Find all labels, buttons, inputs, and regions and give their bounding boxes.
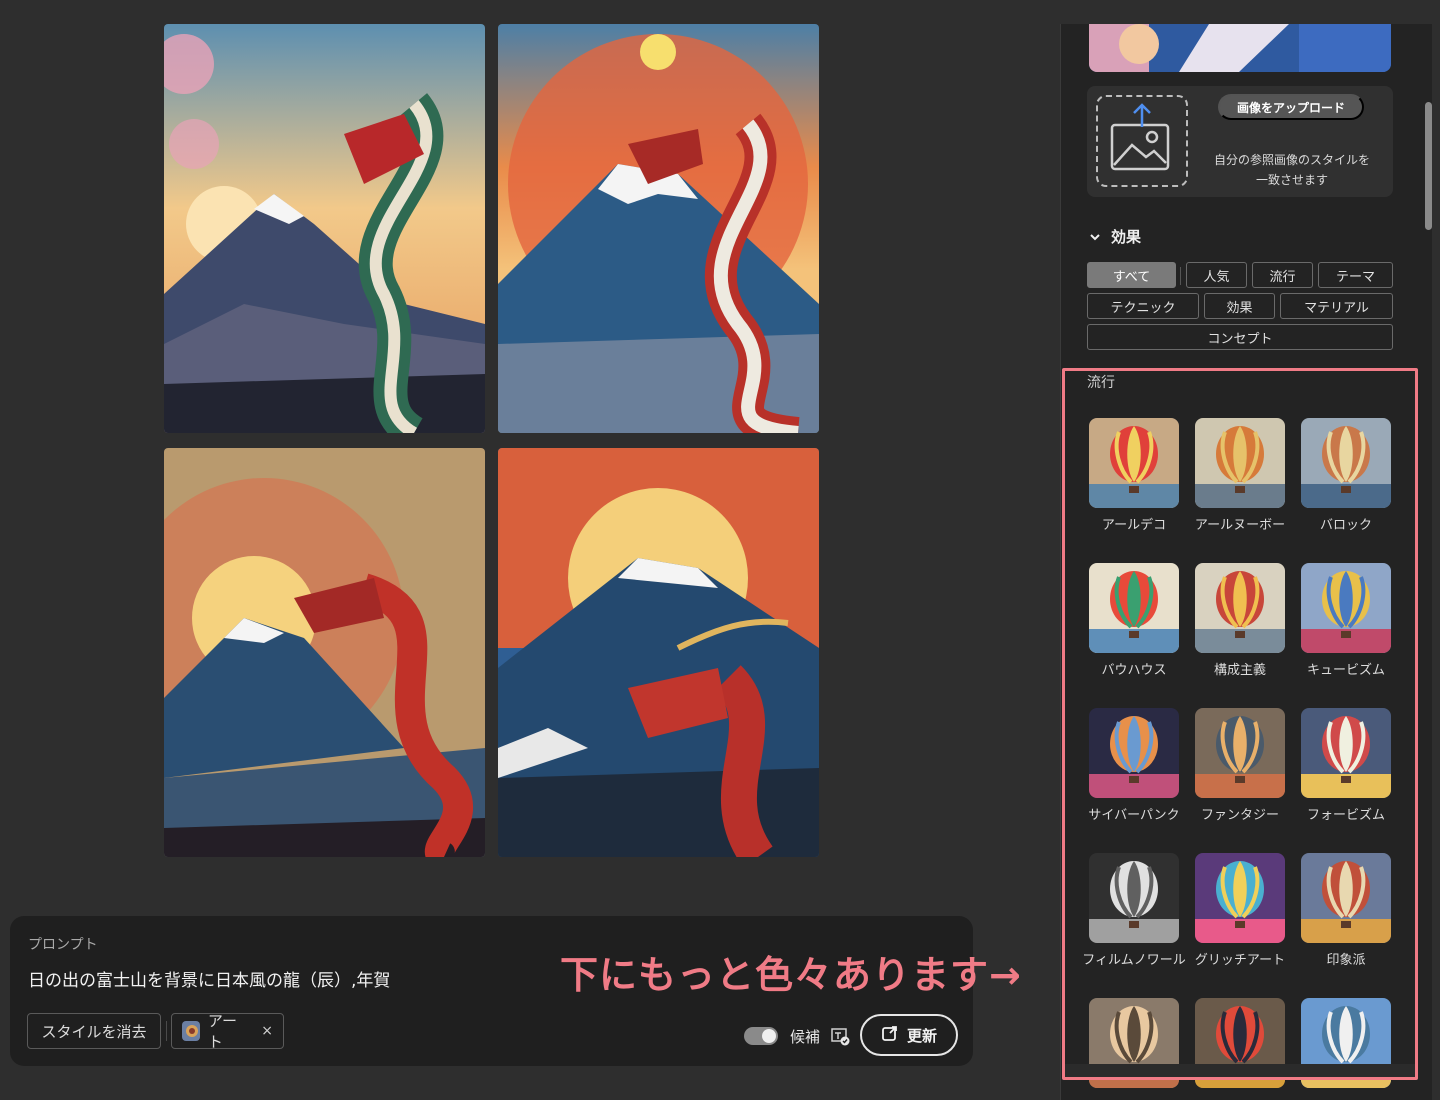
style-option-label: アールデコ [1101, 518, 1167, 533]
suggestion-settings-icon[interactable] [830, 1026, 850, 1046]
upload-description: 自分の参照画像のスタイルを 一致させます [1203, 150, 1381, 190]
effects-section-header[interactable]: 効果 [1089, 226, 1141, 247]
trending-section-title: 流行 [1087, 375, 1115, 391]
clear-style-button[interactable]: スタイルを消去 [27, 1013, 161, 1049]
sidebar-scrollbar[interactable] [1425, 102, 1432, 230]
reference-image-thumbnail[interactable] [1089, 24, 1391, 72]
balloon-thumbnail [1089, 563, 1179, 653]
balloon-thumbnail [1195, 418, 1285, 508]
style-option[interactable]: グリッチアート [1187, 853, 1293, 968]
filter-material[interactable]: マテリアル [1280, 293, 1393, 319]
annotation-text: 下にもっと色々あります→ [560, 953, 1022, 997]
style-option[interactable]: バロック [1293, 418, 1399, 533]
refresh-icon [881, 1024, 899, 1046]
balloon-thumbnail [1301, 853, 1391, 943]
generated-image-2[interactable] [498, 24, 819, 433]
prompt-input[interactable]: 日の出の富士山を背景に日本風の龍（辰）,年賀 [28, 966, 390, 991]
filter-theme[interactable]: テーマ [1318, 262, 1393, 288]
close-icon[interactable]: × [261, 1023, 273, 1039]
sidebar-bottom-edge [1062, 1064, 1418, 1080]
style-option[interactable]: バウハウス [1081, 563, 1187, 678]
style-option-label: ファンタジー [1200, 808, 1279, 823]
style-chip-thumbnail [182, 1021, 200, 1041]
filter-popular[interactable]: 人気 [1186, 262, 1247, 288]
upload-image-button[interactable]: 画像をアップロード [1218, 94, 1364, 120]
style-option[interactable]: 印象派 [1293, 853, 1399, 968]
generated-image-4[interactable] [498, 448, 819, 857]
prompt-label: プロンプト [28, 937, 98, 953]
balloon-thumbnail [1301, 418, 1391, 508]
filter-technique[interactable]: テクニック [1087, 293, 1199, 319]
style-option[interactable]: アールデコ [1081, 418, 1187, 533]
suggestions-toggle[interactable] [744, 1027, 778, 1045]
upload-desc-line-2: 一致させます [1255, 173, 1328, 187]
style-option-label: フィルムノワール [1082, 953, 1186, 968]
style-sidebar: 画像をアップロード 自分の参照画像のスタイルを 一致させます 効果 すべて 人気… [1060, 24, 1432, 1100]
filter-effects[interactable]: 効果 [1204, 293, 1275, 319]
style-option-label: サイバーパンク [1088, 808, 1180, 823]
balloon-thumbnail [1195, 708, 1285, 798]
suggestions-label: 候補 [790, 1028, 821, 1046]
style-option[interactable]: サイバーパンク [1081, 708, 1187, 823]
style-option-label: キュービズム [1306, 663, 1385, 678]
balloon-thumbnail [1195, 853, 1285, 943]
style-option-label: バロック [1319, 518, 1372, 533]
balloon-thumbnail [1301, 563, 1391, 653]
style-option[interactable]: ファンタジー [1187, 708, 1293, 823]
style-option-label: フォービズム [1306, 808, 1385, 823]
style-option-label: バウハウス [1101, 663, 1167, 678]
generated-images-grid [164, 24, 820, 860]
chevron-down-icon [1090, 233, 1100, 240]
upload-desc-line-1: 自分の参照画像のスタイルを [1213, 153, 1370, 167]
filter-divider [1180, 267, 1181, 285]
refresh-button[interactable]: 更新 [860, 1014, 958, 1056]
style-option[interactable]: キュービズム [1293, 563, 1399, 678]
balloon-thumbnail [1089, 708, 1179, 798]
balloon-thumbnail [1089, 418, 1179, 508]
chip-divider [166, 1021, 167, 1041]
style-option[interactable]: アールヌーボー [1187, 418, 1293, 533]
style-option-label: グリッチアート [1194, 953, 1286, 968]
image-drop-zone[interactable] [1096, 95, 1188, 187]
style-chip-label: アート [207, 1012, 237, 1051]
balloon-thumbnail [1301, 708, 1391, 798]
effects-title: 効果 [1111, 228, 1142, 246]
style-option-label: アールヌーボー [1194, 518, 1286, 533]
filter-all[interactable]: すべて [1087, 262, 1176, 288]
filter-trending[interactable]: 流行 [1252, 262, 1313, 288]
upload-reference-card: 画像をアップロード 自分の参照画像のスタイルを 一致させます [1087, 86, 1393, 197]
style-option[interactable]: フィルムノワール [1081, 853, 1187, 968]
balloon-thumbnail [1195, 563, 1285, 653]
style-option[interactable]: フォービズム [1293, 708, 1399, 823]
generated-image-1[interactable] [164, 24, 485, 433]
style-option-label: 構成主義 [1213, 663, 1266, 678]
filter-concept[interactable]: コンセプト [1087, 324, 1393, 350]
style-option-label: 印象派 [1326, 953, 1366, 968]
balloon-thumbnail [1089, 853, 1179, 943]
style-option[interactable]: 構成主義 [1187, 563, 1293, 678]
style-chip-art[interactable]: アート × [171, 1012, 284, 1051]
refresh-label: 更新 [906, 1027, 937, 1045]
upload-image-icon [1110, 103, 1170, 171]
generated-image-3[interactable] [164, 448, 485, 857]
